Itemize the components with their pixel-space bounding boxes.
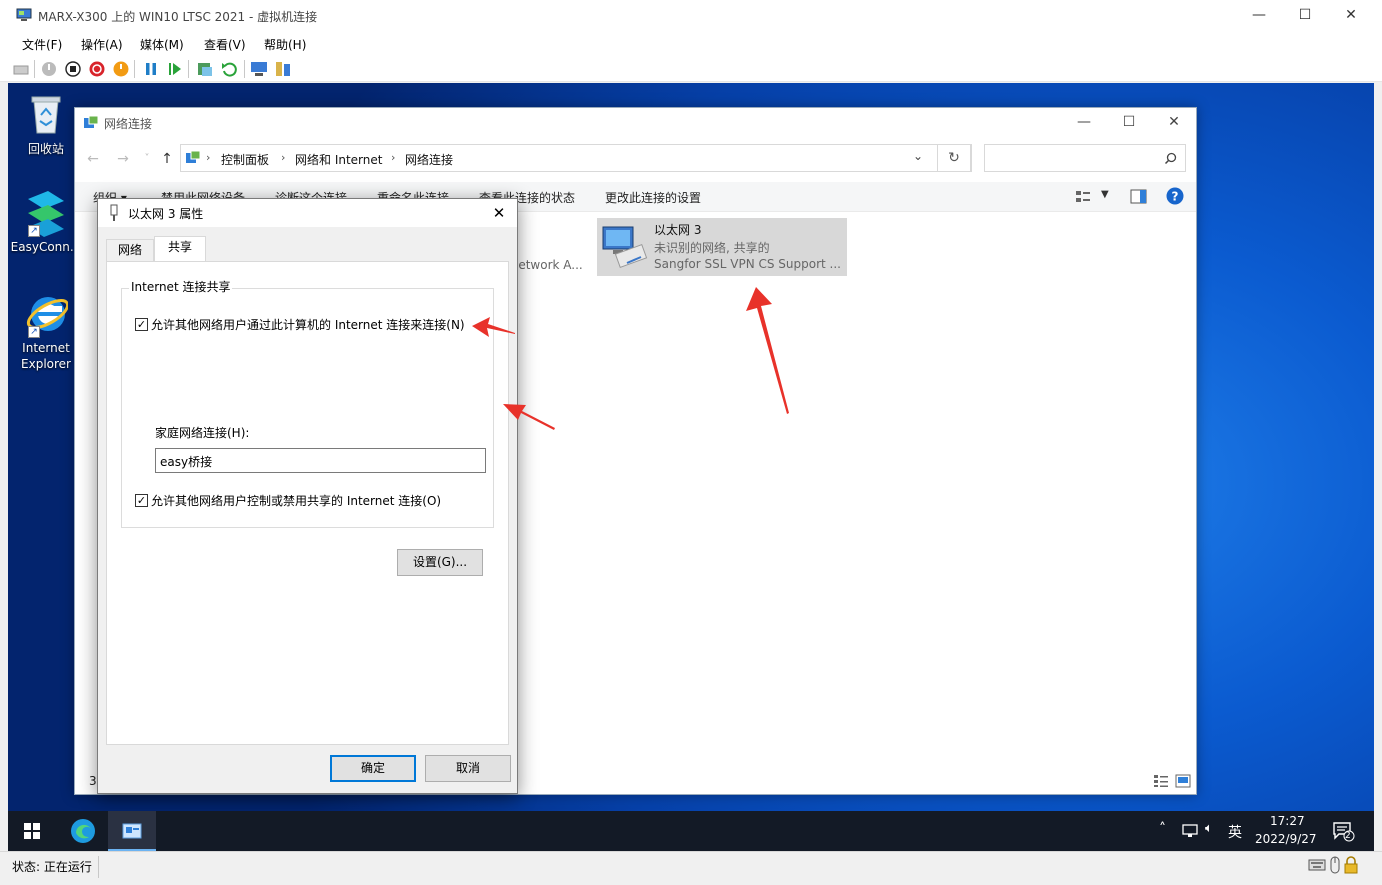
edge-icon[interactable] [70, 818, 96, 844]
lock-icon [1344, 856, 1358, 874]
annotation-arrow-icon [472, 317, 515, 337]
vm-status-text: 状态: 正在运行 [12, 860, 92, 874]
vm-statusbar: 状态: 正在运行 [0, 851, 1382, 885]
start-windows-icon[interactable] [24, 823, 40, 839]
notification-center-icon[interactable] [1333, 822, 1355, 842]
taskbar-network-connections[interactable] [108, 811, 156, 851]
annotation-arrow-icon [503, 404, 555, 430]
tray-time[interactable]: 17:27 [1270, 814, 1305, 828]
annotation-arrows [472, 287, 789, 430]
tray-date[interactable]: 2022/9/27 [1255, 832, 1317, 846]
network-tray-icon[interactable] [1182, 824, 1198, 838]
taskbar: ˄ 🔈︎ 英 17:27 2022/9/27 2 [8, 811, 1374, 851]
network-connections-taskbar-icon [122, 823, 142, 839]
ime-indicator[interactable]: 英 [1228, 822, 1242, 842]
volume-icon[interactable]: 🔈︎ [1205, 821, 1213, 836]
tray-chevron-icon[interactable]: ˄ [1159, 821, 1166, 837]
mouse-icon [1330, 856, 1340, 874]
notification-count: 2 [1345, 831, 1351, 841]
annotation-arrow-icon [746, 287, 789, 414]
keyboard-icon [1308, 859, 1326, 871]
statusbar-divider [98, 856, 99, 878]
